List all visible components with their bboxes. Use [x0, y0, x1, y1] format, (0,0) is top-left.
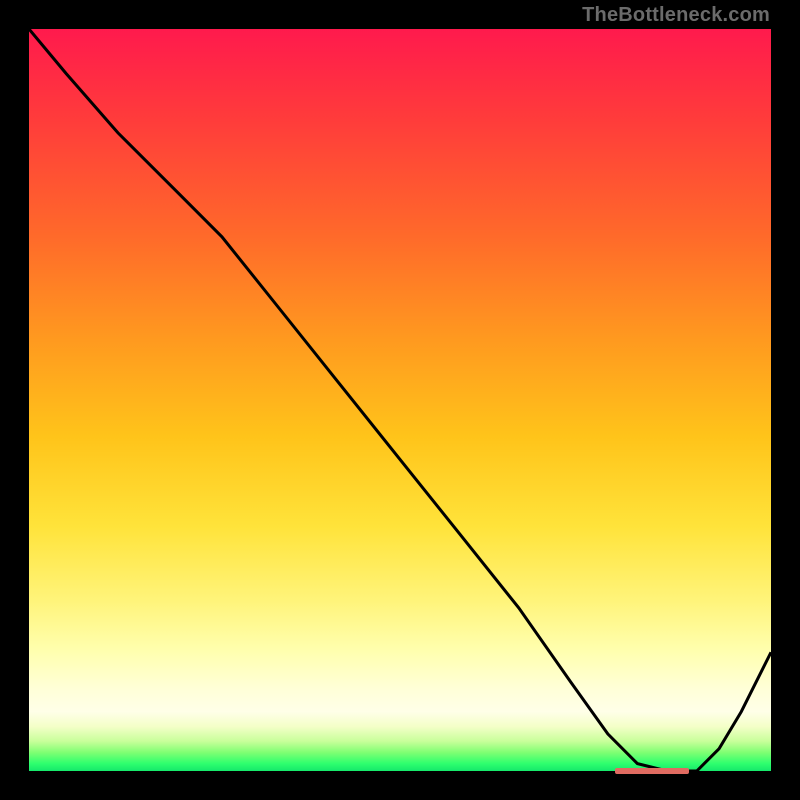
watermark-label: TheBottleneck.com: [582, 4, 770, 27]
plot-area: [29, 29, 771, 771]
chart-frame: TheBottleneck.com: [0, 0, 800, 800]
curve-svg: [29, 29, 771, 771]
optimal-range-marker: [615, 768, 689, 774]
bottleneck-curve: [29, 29, 771, 771]
